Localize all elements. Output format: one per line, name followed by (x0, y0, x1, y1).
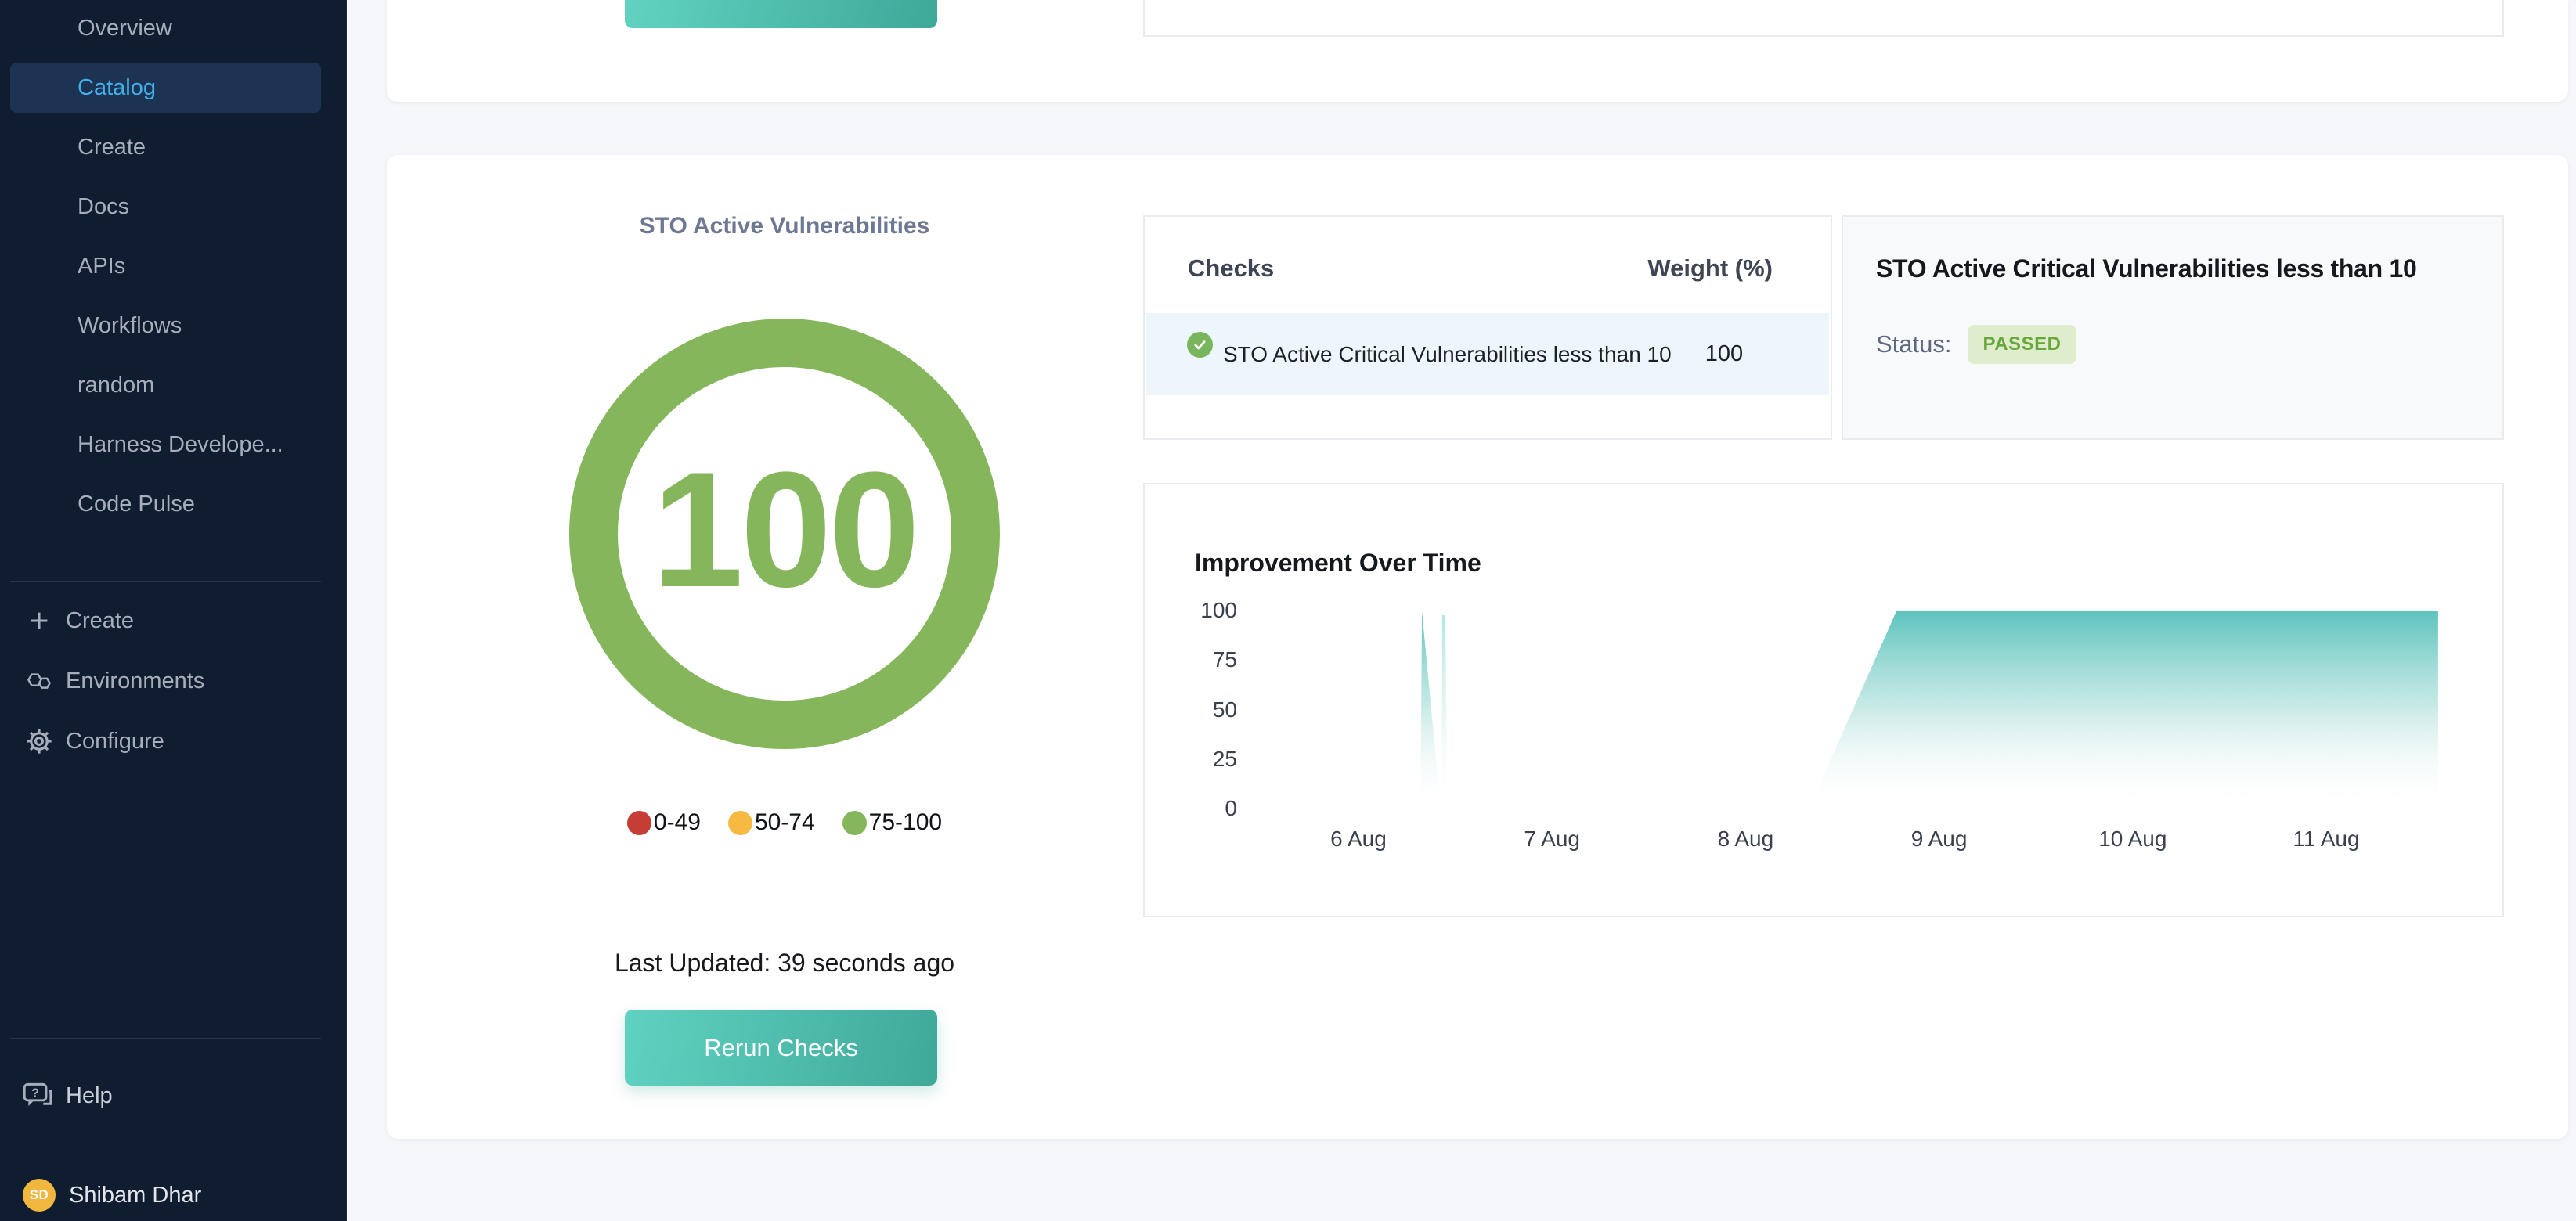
check-name: STO Active Critical Vulnerabilities less… (1223, 340, 1685, 369)
sidebar-actions: Create Environments Configure (0, 596, 347, 776)
y-axis-tick-50: 50 (1145, 697, 1237, 722)
x-axis-tick-6-aug: 6 Aug (1296, 827, 1421, 852)
help-chat-icon: ? (22, 1080, 53, 1111)
check-detail-panel: STO Active Critical Vulnerabilities less… (1842, 215, 2504, 440)
sidebar-item-apis[interactable]: APIs (10, 241, 321, 291)
plus-icon (25, 607, 53, 635)
x-axis-tick-9-aug: 9 Aug (1877, 827, 2002, 852)
legend-label: 0-49 (654, 809, 701, 836)
action-label: Configure (66, 729, 164, 755)
sidebar-divider-bottom (10, 1038, 321, 1039)
checks-column-header: Checks (1188, 254, 1274, 283)
partial-rerun-button[interactable] (625, 0, 937, 28)
gear-icon (25, 727, 53, 755)
check-circle-icon (1187, 332, 1213, 358)
x-axis-tick-8-aug: 8 Aug (1683, 827, 1808, 852)
sidebar-item-create[interactable]: Create (10, 122, 321, 172)
action-label: Environments (66, 668, 204, 694)
y-axis-tick-25: 25 (1145, 747, 1237, 772)
scorecard-title: STO Active Vulnerabilities (491, 213, 1078, 240)
sidebar-nav: Overview Catalog Create Docs APIs Workflows ra… (0, 3, 347, 538)
sidebar-item-code-pulse[interactable]: Code Pulse (10, 479, 321, 529)
score-legend: 0-49 50-74 75-100 (471, 809, 1098, 836)
sidebar-item-harness-develope[interactable]: Harness Develope... (10, 420, 321, 470)
status-label: Status: (1876, 330, 1952, 358)
checks-header: Checks Weight (%) (1145, 217, 1831, 283)
x-axis-tick-10-aug: 10 Aug (2070, 827, 2195, 852)
legend-item-0-49: 0-49 (627, 809, 701, 836)
score-value: 100 (652, 435, 917, 632)
x-axis-tick-11-aug: 11 Aug (2264, 827, 2389, 852)
legend-label: 75-100 (869, 809, 942, 836)
help-label: Help (66, 1083, 113, 1109)
sidebar-help[interactable]: ? Help (0, 1071, 347, 1121)
checks-panel: Checks Weight (%) STO Active Critical Vu… (1143, 215, 1832, 440)
rerun-checks-button[interactable]: Rerun Checks (625, 1010, 937, 1086)
partial-card-above (387, 0, 2568, 102)
legend-item-50-74: 50-74 (728, 809, 815, 836)
sidebar-item-random[interactable]: random (10, 360, 321, 410)
legend-dot (728, 811, 752, 835)
x-axis-tick-7-aug: 7 Aug (1489, 827, 1615, 852)
avatar: SD (23, 1179, 56, 1212)
sidebar: Overview Catalog Create Docs APIs Workflows ra… (0, 0, 347, 1221)
user-name: Shibam Dhar (69, 1183, 201, 1208)
legend-dot (842, 811, 867, 835)
sidebar-item-overview[interactable]: Overview (10, 3, 321, 53)
main-area (1809, 611, 2438, 809)
sidebar-item-workflows[interactable]: Workflows (10, 301, 321, 351)
legend-item-75-100: 75-100 (842, 809, 942, 836)
status-row: Status: PASSED (1876, 325, 2076, 364)
weight-column-header: Weight (%) (1647, 254, 1773, 283)
check-detail-title: STO Active Critical Vulnerabilities less… (1876, 254, 2487, 283)
y-axis-tick-75: 75 (1145, 647, 1237, 672)
action-label: Create (66, 608, 134, 634)
improvement-chart-panel: Improvement Over Time 10075502506 Aug7 A… (1143, 483, 2504, 917)
y-axis-tick-100: 100 (1145, 598, 1237, 623)
sidebar-divider-top (10, 581, 321, 582)
sidebar-action-environments[interactable]: Environments (0, 656, 347, 706)
sidebar-user[interactable]: SD Shibam Dhar (0, 1170, 347, 1220)
check-weight-value: 100 (1685, 313, 1763, 395)
spike-2 (1441, 615, 1447, 809)
y-axis-tick-0: 0 (1145, 796, 1237, 821)
legend-label: 50-74 (755, 809, 815, 836)
legend-dot (627, 811, 651, 835)
sidebar-item-docs[interactable]: Docs (10, 182, 321, 232)
svg-text:?: ? (31, 1086, 39, 1100)
scorecard-card: STO Active Vulnerabilities 100 0-49 50-74… (387, 155, 2568, 1139)
hexagons-icon (25, 667, 53, 695)
sidebar-action-configure[interactable]: Configure (0, 716, 347, 766)
partial-chart-panel (1143, 0, 2504, 37)
last-updated-text: Last Updated: 39 seconds ago (471, 949, 1098, 978)
score-gauge: 100 (569, 319, 1000, 749)
status-badge: PASSED (1968, 325, 2077, 364)
sidebar-action-create[interactable]: Create (0, 596, 347, 646)
spike-1 (1420, 611, 1441, 809)
sidebar-item-catalog[interactable]: Catalog (10, 63, 321, 113)
check-row[interactable]: STO Active Critical Vulnerabilities less… (1146, 313, 1829, 395)
